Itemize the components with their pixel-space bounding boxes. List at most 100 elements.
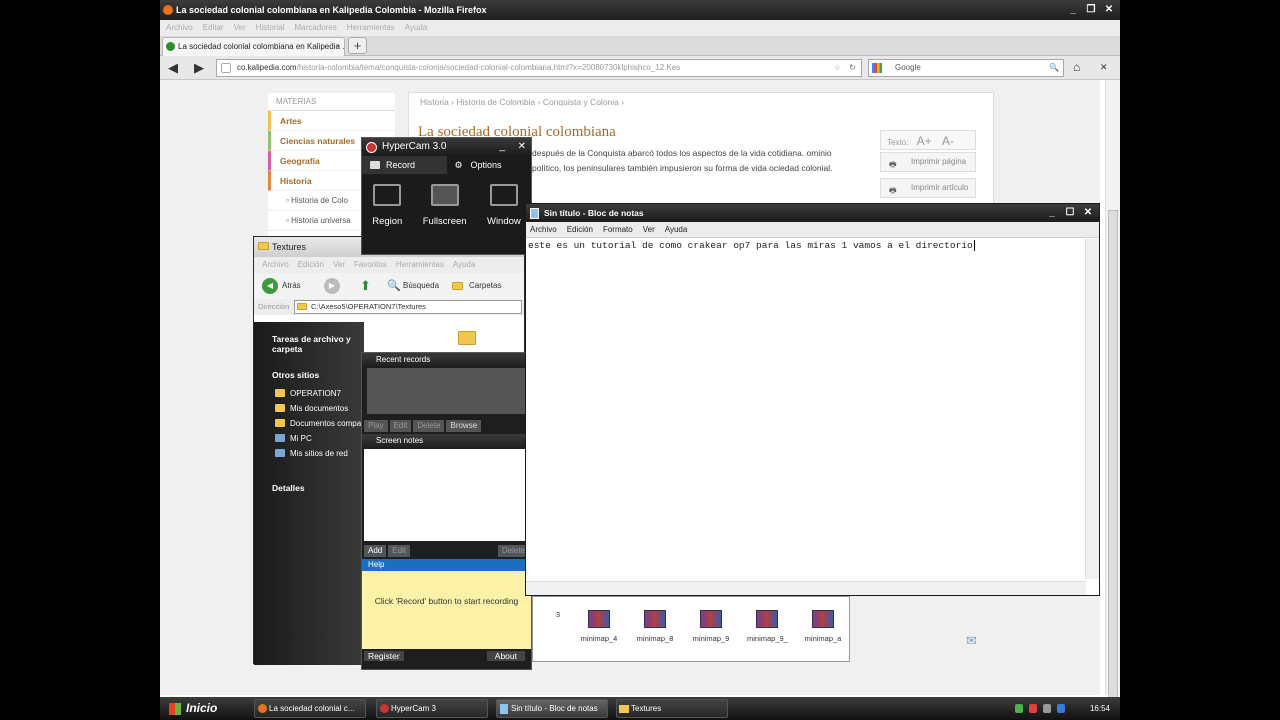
menu-edicion[interactable]: Edición — [567, 222, 593, 237]
close-tab-icon[interactable]: × — [335, 38, 340, 55]
tasks-header[interactable]: Tareas de archivo y carpeta ▾ — [254, 334, 416, 354]
url-bar[interactable]: co.kalipedia.com/historia-colombia/tema/… — [216, 59, 862, 77]
menu-archivo[interactable]: Archivo — [262, 257, 289, 273]
file-item[interactable]: minimap_9_ — [747, 610, 788, 661]
minimize-icon[interactable]: _ — [1066, 3, 1080, 17]
print-article-button[interactable]: 🖶 Imprimir artículo — [880, 178, 976, 198]
search-box[interactable]: Google 🔍 — [868, 59, 1064, 77]
menu-archivo[interactable]: Archivo — [166, 20, 193, 36]
menu-edicion[interactable]: Edición — [298, 257, 324, 273]
mode-window[interactable]: Window — [487, 184, 521, 227]
notes-area[interactable] — [364, 449, 529, 541]
horizontal-scrollbar[interactable] — [526, 581, 1086, 595]
menu-ver[interactable]: Ver — [643, 222, 655, 237]
edit-button[interactable]: Edit — [389, 420, 412, 432]
close-icon[interactable]: ✕ — [1100, 62, 1108, 73]
folders-button[interactable]: Carpetas — [469, 273, 501, 299]
email-icon[interactable]: ✉ — [966, 633, 977, 649]
home-icon[interactable]: ⌂ — [1073, 60, 1080, 74]
mode-fullscreen[interactable]: Fullscreen — [423, 184, 467, 227]
taskbar-item-firefox[interactable]: La sociedad colonial c... — [254, 699, 366, 718]
reload-icon[interactable]: ↻ — [849, 60, 856, 76]
place-operation7[interactable]: OPERATION7 — [254, 386, 364, 401]
folder-icon[interactable] — [458, 331, 476, 345]
folder-icon — [258, 242, 269, 250]
menu-formato[interactable]: Formato — [603, 222, 633, 237]
restore-icon[interactable]: ❐ — [1084, 3, 1098, 17]
close-icon[interactable]: ✕ — [1102, 3, 1116, 17]
mode-region[interactable]: Region — [372, 184, 402, 227]
vertical-scrollbar[interactable] — [1085, 239, 1099, 579]
close-icon[interactable]: ✕ — [518, 138, 526, 156]
search-button[interactable]: Búsqueda — [403, 273, 439, 299]
minimize-icon[interactable]: _ — [499, 138, 505, 156]
back-arrow-icon[interactable]: ◀ — [168, 60, 178, 76]
browse-button[interactable]: Browse — [446, 420, 482, 432]
place-mi-pc[interactable]: Mi PC — [254, 431, 364, 446]
menu-editar[interactable]: Editar — [203, 20, 224, 36]
forward-arrow-icon[interactable]: ▶ — [194, 60, 204, 76]
print-page-button[interactable]: 🖶 Imprimir página — [880, 152, 976, 172]
search-engine-label: Google — [895, 63, 921, 72]
delete-button[interactable]: Delete — [413, 420, 445, 432]
browser-tab[interactable]: La sociedad colonial colombiana en Kalip… — [162, 37, 345, 56]
menu-historial[interactable]: Historial — [256, 20, 285, 36]
file-item[interactable]: minimap_a — [803, 610, 843, 661]
menu-archivo[interactable]: Archivo — [530, 222, 557, 237]
up-folder-icon[interactable]: ⬆ — [360, 273, 371, 299]
other-places-header[interactable]: Otros sitios — [254, 370, 364, 380]
minimize-icon[interactable]: _ — [1045, 206, 1059, 220]
back-button[interactable]: Atrás — [282, 273, 301, 299]
tray-icon[interactable] — [1057, 704, 1065, 713]
tab-record[interactable]: Record — [362, 156, 447, 174]
text-smaller-button[interactable]: A- — [942, 134, 954, 148]
register-button[interactable]: Register — [364, 651, 404, 661]
menu-marcadores[interactable]: Marcadores — [295, 20, 337, 36]
file-item[interactable]: 3 — [553, 610, 563, 661]
menu-herramientas[interactable]: Herramientas — [396, 257, 444, 273]
add-note-button[interactable]: Add — [364, 545, 387, 557]
taskbar-item-textures[interactable]: Textures — [616, 699, 728, 718]
tab-options[interactable]: ⚙ Options — [447, 156, 532, 174]
search-icon[interactable]: 🔍 — [1049, 60, 1059, 76]
address-field[interactable]: C:\Axeso5\OPERATION7\Textures — [294, 300, 522, 314]
start-button[interactable]: Inicio — [160, 697, 244, 720]
explorer-task-pane: Tareas de archivo y carpeta ▾ Otros sitio… — [254, 322, 416, 665]
details-header[interactable]: Detalles — [254, 483, 364, 493]
play-button[interactable]: Play — [364, 420, 388, 432]
file-item[interactable]: minimap_8 — [635, 610, 675, 661]
forward-arrow-icon[interactable]: ▶ — [324, 278, 340, 294]
navigation-bar: ◀ ▶ co.kalipedia.com/historia-colombia/t… — [160, 56, 1120, 80]
menu-ver[interactable]: Ver — [234, 20, 246, 36]
menu-herramientas[interactable]: Herramientas — [347, 20, 395, 36]
new-tab-button[interactable]: + — [348, 37, 367, 54]
tray-icon[interactable] — [1029, 704, 1037, 713]
edit-note-button[interactable]: Edit — [388, 545, 411, 557]
taskbar-item-hypercam[interactable]: HyperCam 3 — [376, 699, 488, 718]
back-arrow-icon[interactable]: ◀ — [262, 278, 278, 294]
about-button[interactable]: About — [486, 651, 525, 661]
bookmark-star-icon[interactable]: ☆ — [834, 60, 841, 76]
taskbar-item-notepad[interactable]: Sin título - Bloc de notas — [496, 699, 608, 718]
breadcrumb[interactable]: Historia › Historia de Colombia › Conqui… — [420, 97, 624, 107]
menu-ayuda[interactable]: Ayuda — [665, 222, 688, 237]
materia-artes[interactable]: Artes — [268, 111, 395, 131]
menu-ver[interactable]: Ver — [333, 257, 345, 273]
notepad-text-area[interactable]: este es un tutorial de como crakear op7 … — [528, 240, 1083, 251]
file-item[interactable]: minimap_9 — [691, 610, 731, 661]
tray-icon[interactable] — [1043, 704, 1051, 713]
clock[interactable]: 16:54 — [1090, 704, 1110, 713]
menu-ayuda[interactable]: Ayuda — [453, 257, 476, 273]
text-bigger-button[interactable]: A+ — [917, 134, 932, 148]
page-scrollbar[interactable] — [1105, 80, 1120, 710]
place-mis-documentos[interactable]: Mis documentos — [254, 401, 364, 416]
close-icon[interactable]: ✕ — [1081, 206, 1095, 220]
place-documentos-compartidos[interactable]: Documentos compa — [254, 416, 364, 431]
maximize-icon[interactable]: ☐ — [1063, 206, 1077, 220]
place-mis-sitios-red[interactable]: Mis sitios de red — [254, 446, 364, 461]
recent-records-list[interactable] — [367, 368, 526, 414]
tray-icon[interactable] — [1015, 704, 1023, 713]
menu-ayuda[interactable]: Ayuda — [405, 20, 428, 36]
file-item[interactable]: minimap_4 — [579, 610, 619, 661]
menu-favoritos[interactable]: Favoritos — [354, 257, 387, 273]
